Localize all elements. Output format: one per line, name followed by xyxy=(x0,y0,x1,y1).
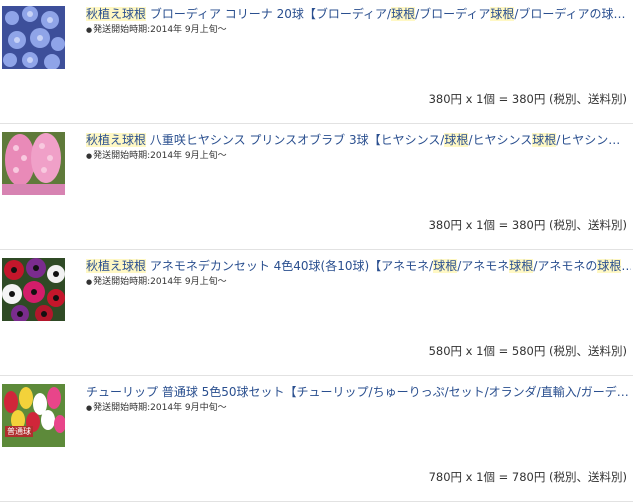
keyword-highlight: 球根 xyxy=(532,133,557,147)
title-text: ブローディア コリーナ 20球【ブローディア/ xyxy=(146,7,392,21)
keyword-highlight: 秋植え球根 xyxy=(86,133,147,147)
product-title-link[interactable]: チューリップ 普通球 5色50球セット【チューリップ/ちゅーりっぷ/セット/オラ… xyxy=(86,384,631,400)
title-text: /ブローディア xyxy=(415,7,491,21)
keyword-highlight: 秋植え球根 xyxy=(86,259,147,273)
title-text: /アネモネの xyxy=(533,259,598,273)
keyword-highlight: 球根 xyxy=(444,133,469,147)
shipping-text: 発送開始時期:2014年 9月上旬〜 xyxy=(93,277,227,287)
pink-hyacinth-flowers-image[interactable] xyxy=(2,132,65,195)
price-line: 380円 x 1個 = 380円 (税別、送料別) xyxy=(428,218,627,232)
title-text: 八重咲ヒヤシンス プリンスオブラブ 3球【ヒヤシンス/ xyxy=(146,133,445,147)
mixed-anemone-flowers-image[interactable] xyxy=(2,258,65,321)
price-line: 580円 x 1個 = 580円 (税別、送料別) xyxy=(428,344,627,358)
title-text: /ヒヤシン… xyxy=(556,133,621,147)
mixed-tulip-flowers-image[interactable]: 普通球 xyxy=(2,384,65,447)
product-title-link[interactable]: 秋植え球根 アネモネデカンセット 4色40球(各10球)【アネモネ/球根/アネモ… xyxy=(86,258,631,274)
product-item: 秋植え球根 アネモネデカンセット 4色40球(各10球)【アネモネ/球根/アネモ… xyxy=(0,250,633,376)
title-text: チューリップ 普通球 5色50球セット【チューリップ/ちゅーりっぷ/セット/オラ… xyxy=(86,385,629,399)
product-item: 普通球 チューリップ 普通球 5色50球セット【チューリップ/ちゅーりっぷ/セット… xyxy=(0,376,633,502)
product-title-link[interactable]: 秋植え球根 ブローディア コリーナ 20球【ブローディア/球根/ブローディア球根… xyxy=(86,6,631,22)
shipping-start-date: ●発送開始時期:2014年 9月上旬〜 xyxy=(86,276,227,288)
price-line: 780円 x 1個 = 780円 (税別、送料別) xyxy=(428,470,627,484)
keyword-highlight: 球根 xyxy=(490,7,515,21)
keyword-highlight: 球根 xyxy=(597,259,622,273)
shipping-text: 発送開始時期:2014年 9月上旬〜 xyxy=(93,25,227,35)
bullet-icon: ● xyxy=(86,404,93,412)
shipping-text: 発送開始時期:2014年 9月上旬〜 xyxy=(93,151,227,161)
keyword-highlight: 球根 xyxy=(433,259,458,273)
title-text: /アネモネ xyxy=(457,259,510,273)
title-text: /ブローディアの球… xyxy=(514,7,626,21)
shipping-start-date: ●発送開始時期:2014年 9月上旬〜 xyxy=(86,150,227,162)
price-line: 380円 x 1個 = 380円 (税別、送料別) xyxy=(428,92,627,106)
blue-brodiaea-flowers-image[interactable] xyxy=(2,6,65,69)
bullet-icon: ● xyxy=(86,152,93,160)
title-text: … xyxy=(621,259,631,273)
shipping-start-date: ●発送開始時期:2014年 9月上旬〜 xyxy=(86,24,227,36)
bullet-icon: ● xyxy=(86,26,93,34)
keyword-highlight: 球根 xyxy=(391,7,416,21)
shipping-start-date: ●発送開始時期:2014年 9月中旬〜 xyxy=(86,402,227,414)
badge-label: 普通球 xyxy=(5,426,33,437)
product-item: 秋植え球根 八重咲ヒヤシンス プリンスオブラブ 3球【ヒヤシンス/球根/ヒヤシン… xyxy=(0,124,633,250)
product-title-link[interactable]: 秋植え球根 八重咲ヒヤシンス プリンスオブラブ 3球【ヒヤシンス/球根/ヒヤシン… xyxy=(86,132,631,148)
bullet-icon: ● xyxy=(86,278,93,286)
keyword-highlight: 球根 xyxy=(509,259,534,273)
product-item: 秋植え球根 ブローディア コリーナ 20球【ブローディア/球根/ブローディア球根… xyxy=(0,0,633,124)
shipping-text: 発送開始時期:2014年 9月中旬〜 xyxy=(93,403,227,413)
title-text: /ヒヤシンス xyxy=(468,133,533,147)
title-text: アネモネデカンセット 4色40球(各10球)【アネモネ/ xyxy=(146,259,434,273)
keyword-highlight: 秋植え球根 xyxy=(86,7,147,21)
